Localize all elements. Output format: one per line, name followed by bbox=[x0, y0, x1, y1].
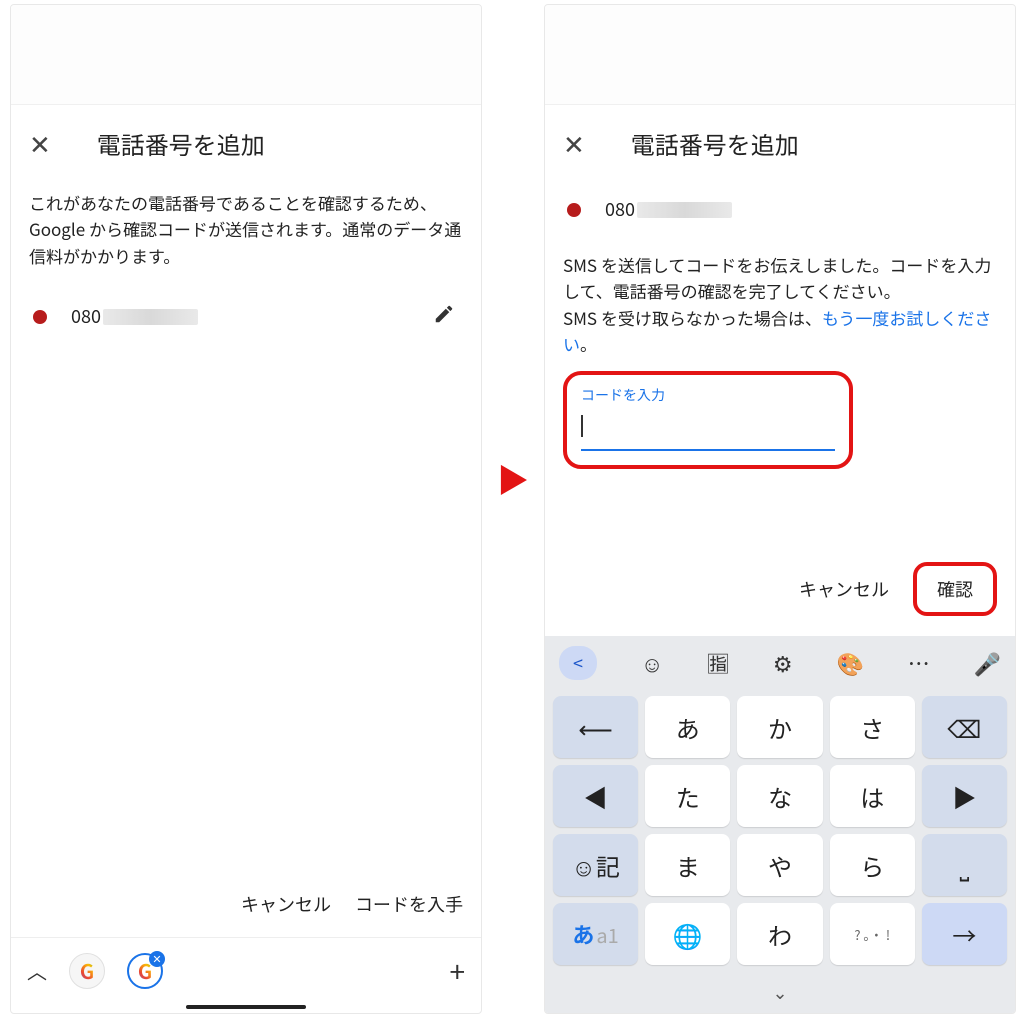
country-flag-icon bbox=[567, 203, 581, 217]
key-ma[interactable]: ま bbox=[645, 834, 730, 896]
tab-close-icon[interactable]: ✕ bbox=[149, 951, 165, 967]
screen-header: ✕ 電話番号を追加 bbox=[11, 105, 481, 182]
key-ya[interactable]: や bbox=[737, 834, 822, 896]
close-icon[interactable]: ✕ bbox=[29, 125, 51, 162]
sms-sent-text: SMS を送信してコードをお伝えしました。コードを入力して、電話番号の確認を完了… bbox=[563, 252, 997, 305]
key-ra[interactable]: ら bbox=[830, 834, 915, 896]
mic-icon[interactable]: 🎤 bbox=[974, 647, 1001, 679]
keyboard-handle-icon[interactable]: ⌄ bbox=[545, 975, 1015, 1013]
palette-icon[interactable]: 🎨 bbox=[836, 647, 863, 679]
key-space[interactable]: ⎵ bbox=[922, 834, 1007, 896]
key-a[interactable]: あ bbox=[645, 696, 730, 758]
page-title: 電話番号を追加 bbox=[97, 126, 265, 161]
key-ka[interactable]: か bbox=[737, 696, 822, 758]
browser-tab-active[interactable]: G ✕ bbox=[127, 953, 163, 989]
phone-number-redacted bbox=[637, 202, 732, 218]
right-phone: ✕ 電話番号を追加 080 SMS を送信してコードをお伝えしました。コードを入… bbox=[544, 4, 1016, 1014]
translate-icon[interactable]: 🈯 bbox=[707, 647, 729, 679]
keyboard-grid: ⟵ あ か さ ⌫ ◀ た な は ▶ ☺記 ま や ら ⎵ あa1 🌐 わ bbox=[545, 690, 1015, 975]
code-input[interactable] bbox=[581, 411, 835, 451]
retry-text-pre: SMS を受け取らなかった場合は、 bbox=[563, 305, 822, 330]
keyboard-toolbar: < ☺ 🈯 ⚙ 🎨 ⋯ 🎤 bbox=[545, 636, 1015, 690]
phone-number-prefix: 080 bbox=[605, 196, 635, 224]
content-area: 080 SMS を送信してコードをお伝えしました。コードを入力して、電話番号の確… bbox=[545, 182, 1015, 542]
content-area: これがあなたの電話番号であることを確認するため、Google から確認コードが送… bbox=[11, 182, 481, 871]
page-title: 電話番号を追加 bbox=[631, 126, 799, 161]
code-input-label: コードを入力 bbox=[581, 385, 835, 407]
phone-number-row: 080 bbox=[29, 297, 463, 337]
country-flag-icon bbox=[33, 310, 47, 324]
keyboard-collapse-icon[interactable]: < bbox=[559, 646, 597, 680]
key-ha[interactable]: は bbox=[830, 765, 915, 827]
description-text: これがあなたの電話番号であることを確認するため、Google から確認コードが送… bbox=[29, 190, 463, 269]
key-undo[interactable]: ⟵ bbox=[553, 696, 638, 758]
retry-text: SMS を受け取らなかった場合は、もう一度お試しください。 bbox=[563, 305, 997, 358]
key-na[interactable]: な bbox=[737, 765, 822, 827]
key-left[interactable]: ◀ bbox=[553, 765, 638, 827]
key-globe[interactable]: 🌐 bbox=[645, 903, 730, 965]
close-icon[interactable]: ✕ bbox=[563, 125, 585, 162]
browser-tab-google[interactable]: G bbox=[69, 953, 105, 989]
retry-text-post: 。 bbox=[580, 331, 597, 356]
edit-icon[interactable] bbox=[433, 303, 455, 331]
key-wa[interactable]: わ bbox=[737, 903, 822, 965]
statusbar bbox=[11, 5, 481, 105]
phone-number-prefix: 080 bbox=[71, 303, 101, 331]
key-ta[interactable]: た bbox=[645, 765, 730, 827]
code-input-highlight: コードを入力 bbox=[563, 371, 853, 469]
more-icon[interactable]: ⋯ bbox=[908, 647, 930, 679]
new-tab-button[interactable]: + bbox=[449, 951, 465, 991]
actions-row: キャンセル コードを入手 bbox=[11, 871, 481, 937]
home-indicator bbox=[186, 1005, 306, 1009]
flow-arrow-icon: ▶ bbox=[497, 456, 529, 502]
screen-header: ✕ 電話番号を追加 bbox=[545, 105, 1015, 182]
key-backspace[interactable]: ⌫ bbox=[922, 696, 1007, 758]
get-code-button[interactable]: コードを入手 bbox=[355, 891, 463, 917]
chevron-up-icon[interactable]: ︿ bbox=[27, 956, 47, 985]
gear-icon[interactable]: ⚙ bbox=[773, 647, 793, 679]
phone-number-redacted bbox=[103, 309, 198, 325]
confirm-button[interactable]: 確認 bbox=[913, 562, 997, 616]
key-emoji-symbol[interactable]: ☺記 bbox=[553, 834, 638, 896]
phone-number-row: 080 bbox=[563, 190, 997, 230]
sticker-icon[interactable]: ☺ bbox=[641, 647, 663, 679]
key-sa[interactable]: さ bbox=[830, 696, 915, 758]
key-punct[interactable]: ? 。・ ! bbox=[830, 903, 915, 965]
cancel-button[interactable]: キャンセル bbox=[799, 576, 889, 602]
key-right[interactable]: ▶ bbox=[922, 765, 1007, 827]
browser-tab-bar: ︿ G G ✕ + bbox=[11, 937, 481, 1003]
key-enter[interactable]: → bbox=[922, 903, 1007, 965]
left-phone: ✕ 電話番号を追加 これがあなたの電話番号であることを確認するため、Google… bbox=[10, 4, 482, 1014]
statusbar bbox=[545, 5, 1015, 105]
actions-row: キャンセル 確認 bbox=[545, 542, 1015, 636]
software-keyboard: < ☺ 🈯 ⚙ 🎨 ⋯ 🎤 ⟵ あ か さ ⌫ ◀ た な は ▶ ☺記 bbox=[545, 636, 1015, 1013]
key-mode-switch[interactable]: あa1 bbox=[553, 903, 638, 965]
cancel-button[interactable]: キャンセル bbox=[241, 891, 331, 917]
